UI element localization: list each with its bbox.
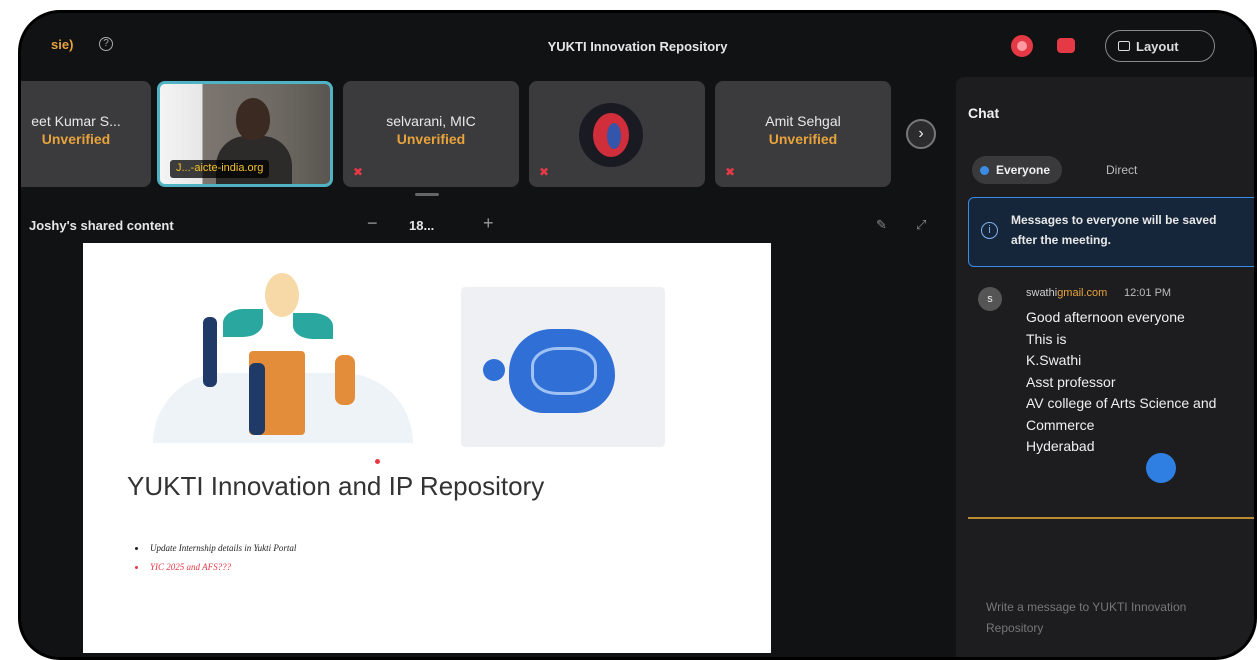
message-line: K.Swathi — [1026, 352, 1082, 368]
layout-icon — [1118, 41, 1130, 51]
message-line: AV college of Arts Science and — [1026, 395, 1217, 411]
meeting-window: sie) ? YUKTI Innovation Repository Layou… — [18, 10, 1257, 660]
message-input-placeholder: Write a message to YUKTI Innovation Repo… — [986, 600, 1187, 635]
resize-handle[interactable] — [415, 193, 439, 196]
sender-avatar: s — [978, 287, 1002, 311]
zoom-out-button[interactable]: − — [367, 213, 378, 234]
slide-bullet-text: YIC 2025 and AFS??? — [150, 562, 232, 572]
zoom-in-button[interactable]: + — [483, 213, 494, 234]
figure-shape — [335, 355, 355, 405]
participant-tile[interactable]: ✖ — [529, 81, 705, 187]
tab-everyone-label: Everyone — [996, 163, 1051, 177]
chat-panel: Chat Everyone Direct i Messages to every… — [956, 77, 1254, 657]
brain-illustration — [461, 287, 665, 447]
unverified-status: Unverified — [41, 131, 111, 147]
sender-domain: gmail.com — [1057, 287, 1108, 299]
participant-tile[interactable]: selvarani, MIC Unverified ✖ — [343, 81, 519, 187]
chat-divider — [968, 517, 1254, 519]
message-sender: swathigmail.com — [1026, 287, 1107, 299]
brain-shape — [483, 329, 615, 413]
slide-title: YUKTI Innovation and IP Repository — [127, 471, 545, 501]
selected-dot-icon — [980, 166, 989, 175]
sender-user: swathi — [1026, 287, 1058, 299]
bullet-dot — [135, 547, 138, 551]
leaf-shape — [223, 309, 263, 337]
message-line: Commerce — [1026, 416, 1095, 433]
laser-pointer-dot — [375, 459, 380, 464]
leaf-shape — [293, 313, 333, 339]
tab-everyone[interactable]: Everyone — [972, 156, 1063, 184]
participant-name: selvarani, MIC — [386, 113, 476, 129]
participant-name: Amit Sehgal — [765, 113, 841, 129]
mouse-cursor — [1146, 453, 1176, 483]
mic-off-icon: ✖ — [539, 165, 550, 179]
message-line: Good afternoon everyone — [1026, 309, 1185, 325]
shared-slide: YUKTI Innovation and IP Repository Updat… — [83, 243, 771, 653]
participant-tile[interactable]: Amit Sehgal Unverified ✖ — [715, 81, 891, 187]
message-input[interactable]: Write a message to YUKTI Innovation Repo… — [986, 597, 1254, 639]
pointer-icon[interactable]: ✎ — [876, 217, 887, 233]
message-line: Asst professor — [1026, 373, 1116, 390]
participant-avatar — [579, 103, 643, 167]
next-participants-button[interactable]: › — [906, 119, 936, 149]
innovation-illustration — [153, 273, 413, 443]
slide-bullet: Update Internship details in Yukti Porta… — [135, 543, 296, 553]
bullet-dot — [135, 566, 138, 570]
figure-shape — [249, 363, 265, 435]
zoom-level[interactable]: 18... — [409, 218, 434, 233]
message-time: 12:01 PM — [1124, 287, 1172, 299]
slide-bullet-text: Update Internship details in Yukti Porta… — [150, 543, 297, 553]
slide-bullets: Update Internship details in Yukti Porta… — [135, 543, 296, 581]
figure-shape — [203, 317, 217, 387]
info-icon: i — [981, 222, 998, 239]
video-name-tag: J...-aicte-india.org — [170, 160, 270, 178]
mic-off-icon: ✖ — [353, 165, 364, 179]
message-line: Hyderabad — [1026, 438, 1095, 454]
chat-notice: i Messages to everyone will be saved aft… — [968, 197, 1254, 267]
unverified-status: Unverified — [396, 131, 466, 147]
record-button[interactable] — [1011, 35, 1033, 57]
message-body[interactable]: Good afternoon everyone This is K.Swathi… — [1026, 307, 1254, 458]
participant-name: eet Kumar S... — [31, 113, 121, 129]
top-bar: sie) ? YUKTI Innovation Repository Layou… — [21, 13, 1254, 77]
message-line: This is — [1026, 330, 1067, 347]
lightbulb-shape — [265, 273, 299, 317]
participant-video-tile[interactable]: J...-aicte-india.org — [157, 81, 333, 187]
shared-content-label: Joshy's shared content — [29, 218, 174, 233]
participant-tile[interactable]: eet Kumar S... Unverified — [21, 81, 151, 187]
tab-direct[interactable]: Direct — [1106, 163, 1137, 177]
unverified-status: Unverified — [768, 131, 838, 147]
participant-head — [236, 98, 270, 140]
mic-off-icon: ✖ — [725, 165, 736, 179]
notice-text: Messages to everyone will be saved after… — [1011, 213, 1217, 247]
layout-button[interactable]: Layout — [1105, 30, 1215, 62]
layout-button-label: Layout — [1136, 39, 1179, 54]
slide-bullet: YIC 2025 and AFS??? — [135, 562, 296, 572]
captions-button[interactable] — [1057, 38, 1075, 53]
chat-title: Chat — [968, 105, 1000, 121]
expand-icon[interactable]: ⤢ — [916, 217, 926, 233]
